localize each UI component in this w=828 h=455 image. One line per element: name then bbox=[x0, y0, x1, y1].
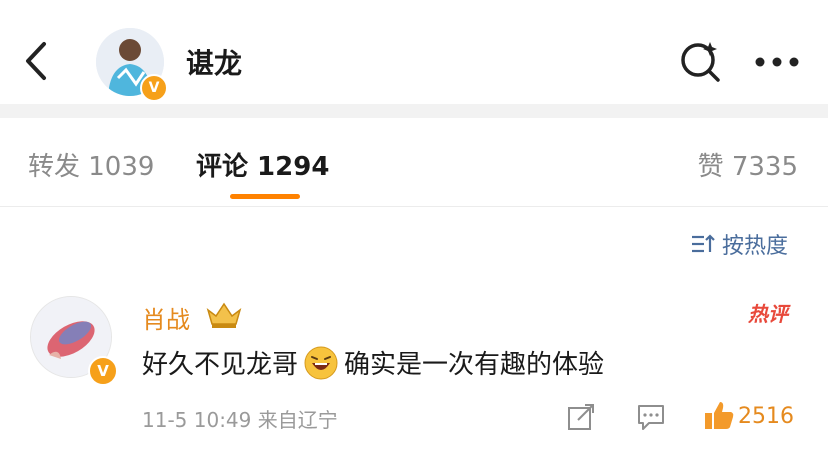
like-count: 2516 bbox=[738, 404, 794, 429]
comment-icon bbox=[638, 405, 664, 430]
sort-icon bbox=[692, 234, 715, 253]
share-icon bbox=[568, 404, 594, 430]
tab-bar: 转发 1039 评论 1294 赞 7335 bbox=[0, 118, 828, 207]
crown-badge-icon bbox=[204, 300, 244, 330]
share-button[interactable] bbox=[566, 402, 596, 432]
thumbs-up-icon bbox=[705, 402, 734, 429]
hot-comment-label: 热评 bbox=[748, 302, 788, 326]
more-icon bbox=[755, 57, 799, 67]
back-button[interactable] bbox=[18, 38, 58, 84]
back-icon bbox=[26, 42, 46, 80]
comment-text: 好久不见龙哥 确实是一次有趣的体验 bbox=[142, 344, 604, 381]
search-icon bbox=[681, 42, 720, 82]
more-button[interactable] bbox=[752, 54, 802, 68]
verified-badge: V bbox=[140, 74, 168, 102]
reply-button[interactable] bbox=[636, 402, 666, 432]
tab-comment[interactable]: 评论 1294 bbox=[196, 146, 329, 183]
active-tab-indicator bbox=[230, 194, 300, 199]
commenter-verified-badge: V bbox=[88, 356, 118, 386]
sort-label: 按热度 bbox=[722, 234, 789, 259]
tab-like[interactable]: 赞 7335 bbox=[698, 146, 798, 183]
sort-toggle[interactable]: 按热度 bbox=[690, 228, 788, 260]
comment-text-part2: 确实是一次有趣的体验 bbox=[344, 350, 605, 380]
laugh-emoji-icon bbox=[304, 346, 338, 380]
like-button[interactable] bbox=[702, 398, 736, 432]
page-title: 谌龙 bbox=[186, 47, 243, 80]
section-divider bbox=[0, 104, 828, 118]
tab-repost[interactable]: 转发 1039 bbox=[28, 146, 154, 183]
commenter-name[interactable]: 肖战 bbox=[142, 300, 190, 335]
comment-text-part1: 好久不见龙哥 bbox=[142, 350, 299, 380]
search-button[interactable] bbox=[676, 38, 724, 86]
comment-meta: 11-5 10:49 来自辽宁 bbox=[142, 408, 338, 432]
